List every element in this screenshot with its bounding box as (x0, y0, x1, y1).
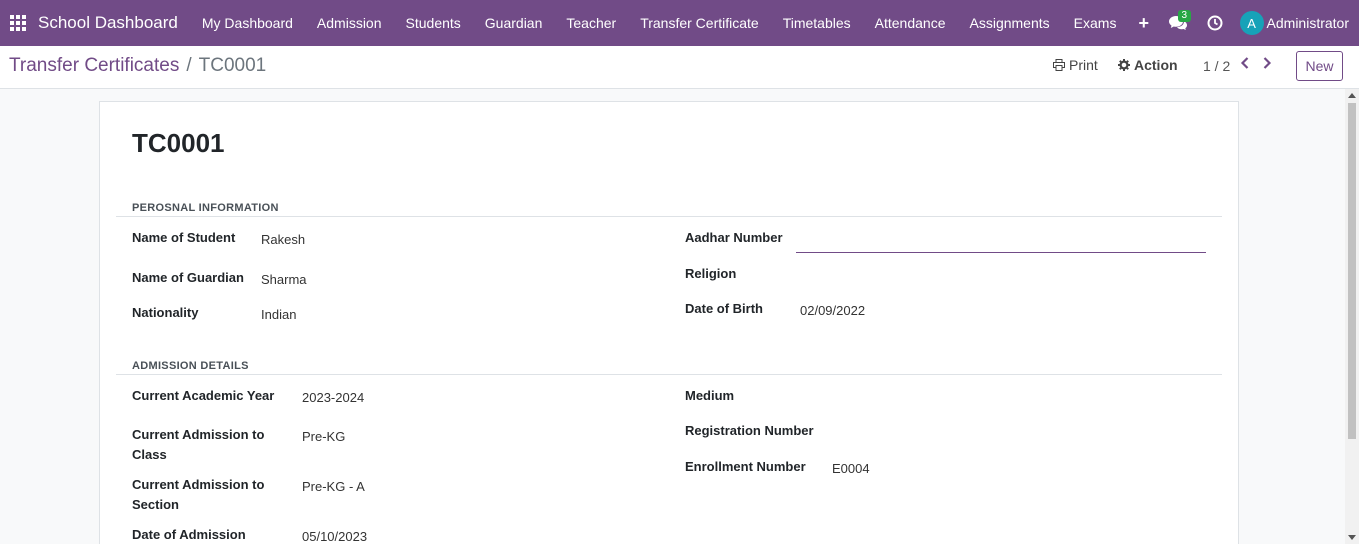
pager-next-button[interactable] (1262, 56, 1272, 75)
pager-value[interactable]: 1 / 2 (1203, 58, 1230, 74)
academic-year-field[interactable]: 2023-2024 (302, 390, 364, 405)
registration-number-label: Registration Number (685, 423, 814, 438)
menu-attendance[interactable]: Attendance (863, 0, 958, 46)
admission-section-field[interactable]: Pre-KG - A (302, 479, 365, 494)
menu-timetables[interactable]: Timetables (771, 0, 863, 46)
app-brand[interactable]: School Dashboard (38, 13, 178, 33)
medium-label: Medium (685, 388, 735, 403)
message-count-badge: 3 (1177, 10, 1192, 22)
print-button[interactable]: Print (1053, 57, 1098, 73)
apps-grid-icon[interactable] (0, 0, 36, 46)
activity-button[interactable] (1198, 0, 1232, 46)
section-divider (116, 374, 1222, 375)
systray: 3 A Administrator (1158, 0, 1349, 46)
menu-teacher[interactable]: Teacher (554, 0, 628, 46)
breadcrumb: Transfer Certificates / TC0001 (9, 55, 266, 77)
nationality-field[interactable]: Indian (261, 307, 296, 322)
breadcrumb-current: TC0001 (198, 55, 267, 76)
admission-section-label: Current Admission to Section (132, 477, 265, 512)
chevron-left-icon (1240, 57, 1249, 69)
new-button[interactable]: New (1296, 51, 1343, 81)
aadhar-number-field[interactable] (796, 232, 1206, 250)
section-divider (116, 216, 1222, 217)
nationality-label: Nationality (132, 305, 199, 320)
admission-date-field[interactable]: 05/10/2023 (302, 529, 367, 544)
admission-date-label: Date of Admission (132, 527, 246, 542)
breadcrumb-parent-link[interactable]: Transfer Certificates (9, 55, 179, 77)
chevron-right-icon (1263, 57, 1272, 69)
student-name-label: Name of Student (132, 230, 236, 245)
action-button[interactable]: Action (1118, 57, 1178, 73)
form-sheet: TC0001 PEROSNAL INFORMATION Name of Stud… (99, 101, 1239, 544)
admission-class-field[interactable]: Pre-KG (302, 429, 345, 444)
guardian-name-label: Name of Guardian (132, 270, 244, 285)
print-label: Print (1069, 57, 1098, 73)
control-panel: Transfer Certificates / TC0001 Print Act… (0, 46, 1359, 89)
user-menu[interactable]: Administrator (1267, 15, 1349, 31)
breadcrumb-separator: / (186, 55, 192, 76)
menu-assignments[interactable]: Assignments (958, 0, 1062, 46)
section-admission-heading: ADMISSION DETAILS (132, 360, 249, 372)
menu-students[interactable]: Students (394, 0, 473, 46)
print-icon (1053, 59, 1065, 71)
menu-guardian[interactable]: Guardian (473, 0, 555, 46)
guardian-name-field[interactable]: Sharma (261, 272, 307, 287)
pager-previous-button[interactable] (1240, 56, 1250, 75)
enrollment-number-field[interactable]: E0004 (832, 461, 870, 476)
menu-transfer-certificate[interactable]: Transfer Certificate (628, 0, 771, 46)
date-of-birth-label: Date of Birth (685, 301, 763, 316)
top-navbar: School Dashboard My Dashboard Admission … (0, 0, 1359, 46)
menu-admission[interactable]: Admission (305, 0, 394, 46)
record-title: TC0001 (132, 128, 225, 158)
religion-label: Religion (685, 266, 737, 281)
student-name-field[interactable]: Rakesh (261, 232, 305, 247)
gear-icon (1118, 59, 1130, 71)
scroll-up-arrow-icon[interactable] (1348, 93, 1356, 98)
scroll-down-arrow-icon[interactable] (1348, 535, 1356, 540)
enrollment-number-label: Enrollment Number (685, 459, 806, 474)
clock-icon (1207, 15, 1223, 31)
menu-exams[interactable]: Exams (1062, 0, 1129, 46)
page-scrollbar[interactable] (1345, 89, 1359, 544)
date-of-birth-field[interactable]: 02/09/2022 (800, 303, 865, 318)
academic-year-label: Current Academic Year (132, 388, 275, 403)
aadhar-input-underline (796, 252, 1206, 253)
avatar[interactable]: A (1239, 11, 1264, 35)
messaging-button[interactable]: 3 (1158, 0, 1198, 46)
aadhar-number-label: Aadhar Number (685, 230, 783, 245)
scrollbar-thumb[interactable] (1348, 103, 1356, 439)
menu-more-plus-icon[interactable]: + (1128, 0, 1159, 46)
menu-my-dashboard[interactable]: My Dashboard (190, 0, 305, 46)
action-label: Action (1134, 57, 1178, 73)
admission-class-label: Current Admission to Class (132, 427, 265, 462)
section-personal-heading: PEROSNAL INFORMATION (132, 202, 279, 214)
